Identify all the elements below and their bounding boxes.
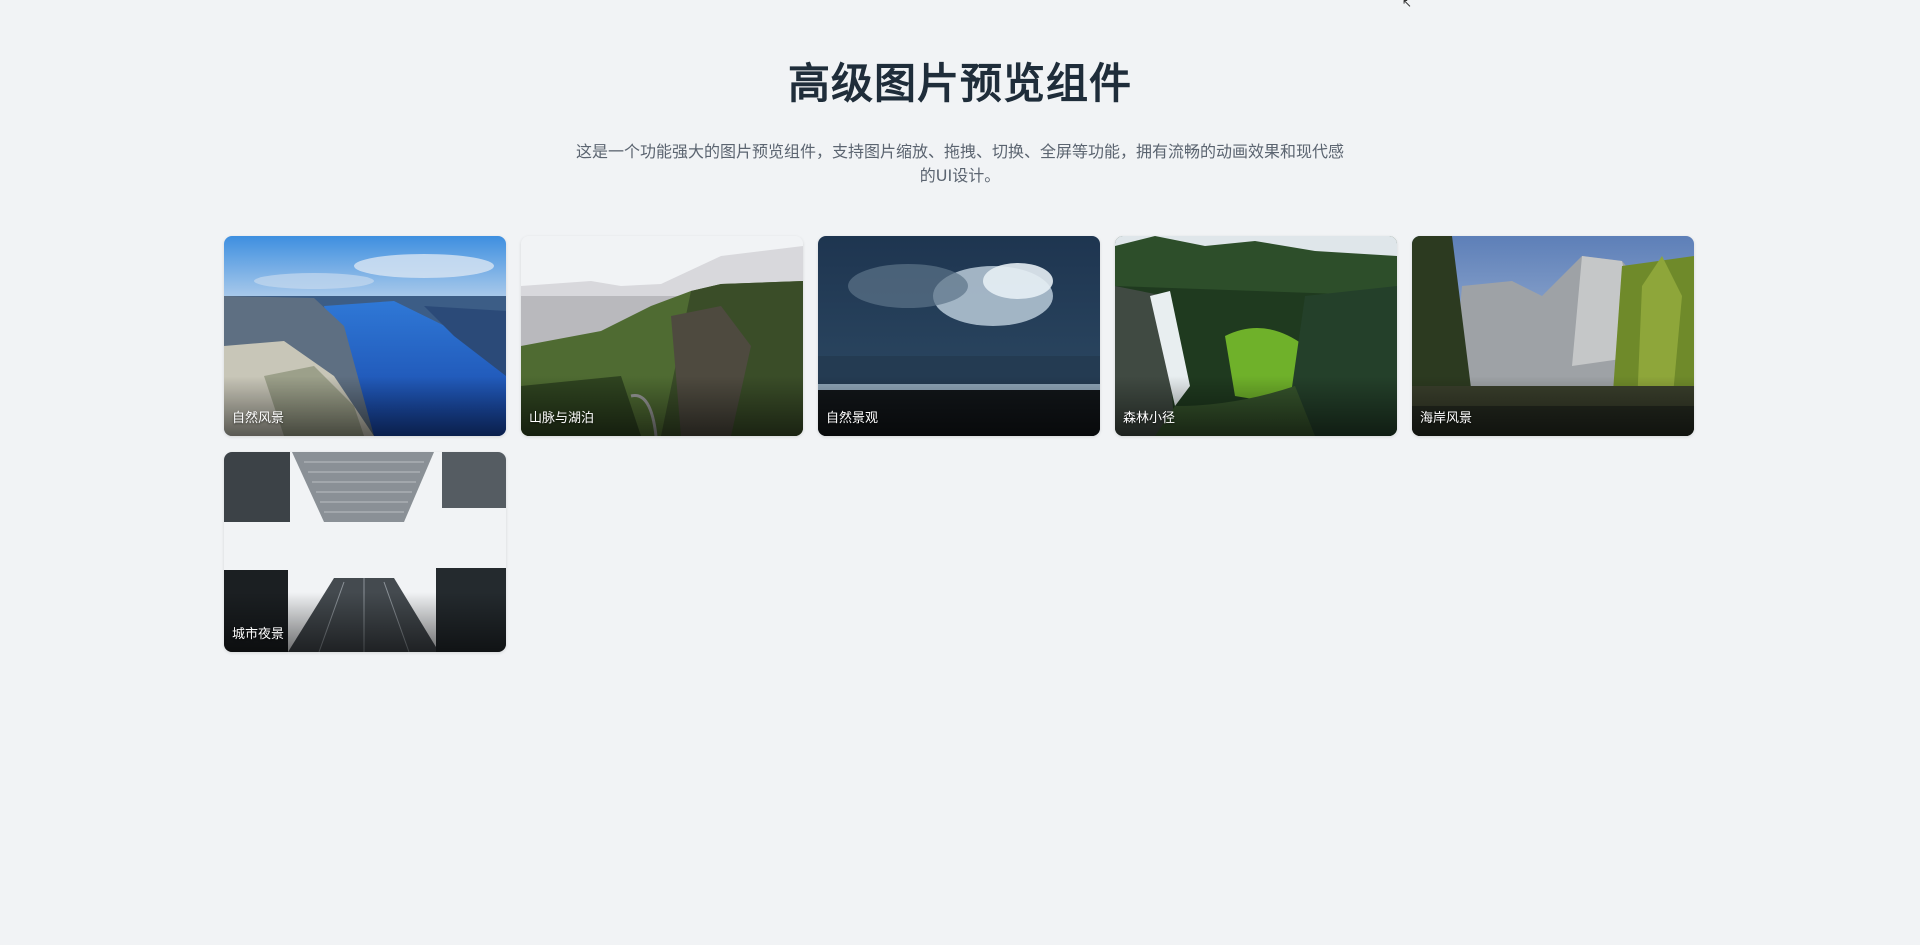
page-description: 这是一个功能强大的图片预览组件，支持图片缩放、拖拽、切换、全屏等功能，拥有流畅的… <box>560 140 1360 188</box>
page-title: 高级图片预览组件 <box>787 59 1132 108</box>
card-label: 山脉与湖泊 <box>529 411 595 426</box>
image-gallery: 自然风景 山脉与湖泊 自然景观 森林小径 海岸风景 城市夜景 <box>224 236 1696 652</box>
card-label: 自然风景 <box>232 411 285 426</box>
gallery-card-cliffs[interactable]: 山脉与湖泊 <box>521 236 803 436</box>
gallery-card-fjord[interactable]: 自然风景 <box>224 236 506 436</box>
gallery-card-valley[interactable]: 海岸风景 <box>1412 236 1694 436</box>
card-label: 城市夜景 <box>232 627 285 642</box>
gallery-card-storm[interactable]: 自然景观 <box>818 236 1100 436</box>
description-line-1: 这是一个功能强大的图片预览组件，支持图片缩放、拖拽、切换、全屏等功能，拥有流畅的… <box>575 142 1344 161</box>
card-label: 海岸风景 <box>1420 411 1473 426</box>
card-label: 自然景观 <box>826 411 879 426</box>
card-label: 森林小径 <box>1123 411 1176 426</box>
cursor-icon: ↖ <box>1402 0 1413 10</box>
page: ↖ 高级图片预览组件 这是一个功能强大的图片预览组件，支持图片缩放、拖拽、切换、… <box>0 0 1920 945</box>
description-line-2: 的UI设计。 <box>919 166 1001 185</box>
gallery-card-waterfall[interactable]: 森林小径 <box>1115 236 1397 436</box>
gallery-card-skyscrapers[interactable]: 城市夜景 <box>224 452 506 652</box>
